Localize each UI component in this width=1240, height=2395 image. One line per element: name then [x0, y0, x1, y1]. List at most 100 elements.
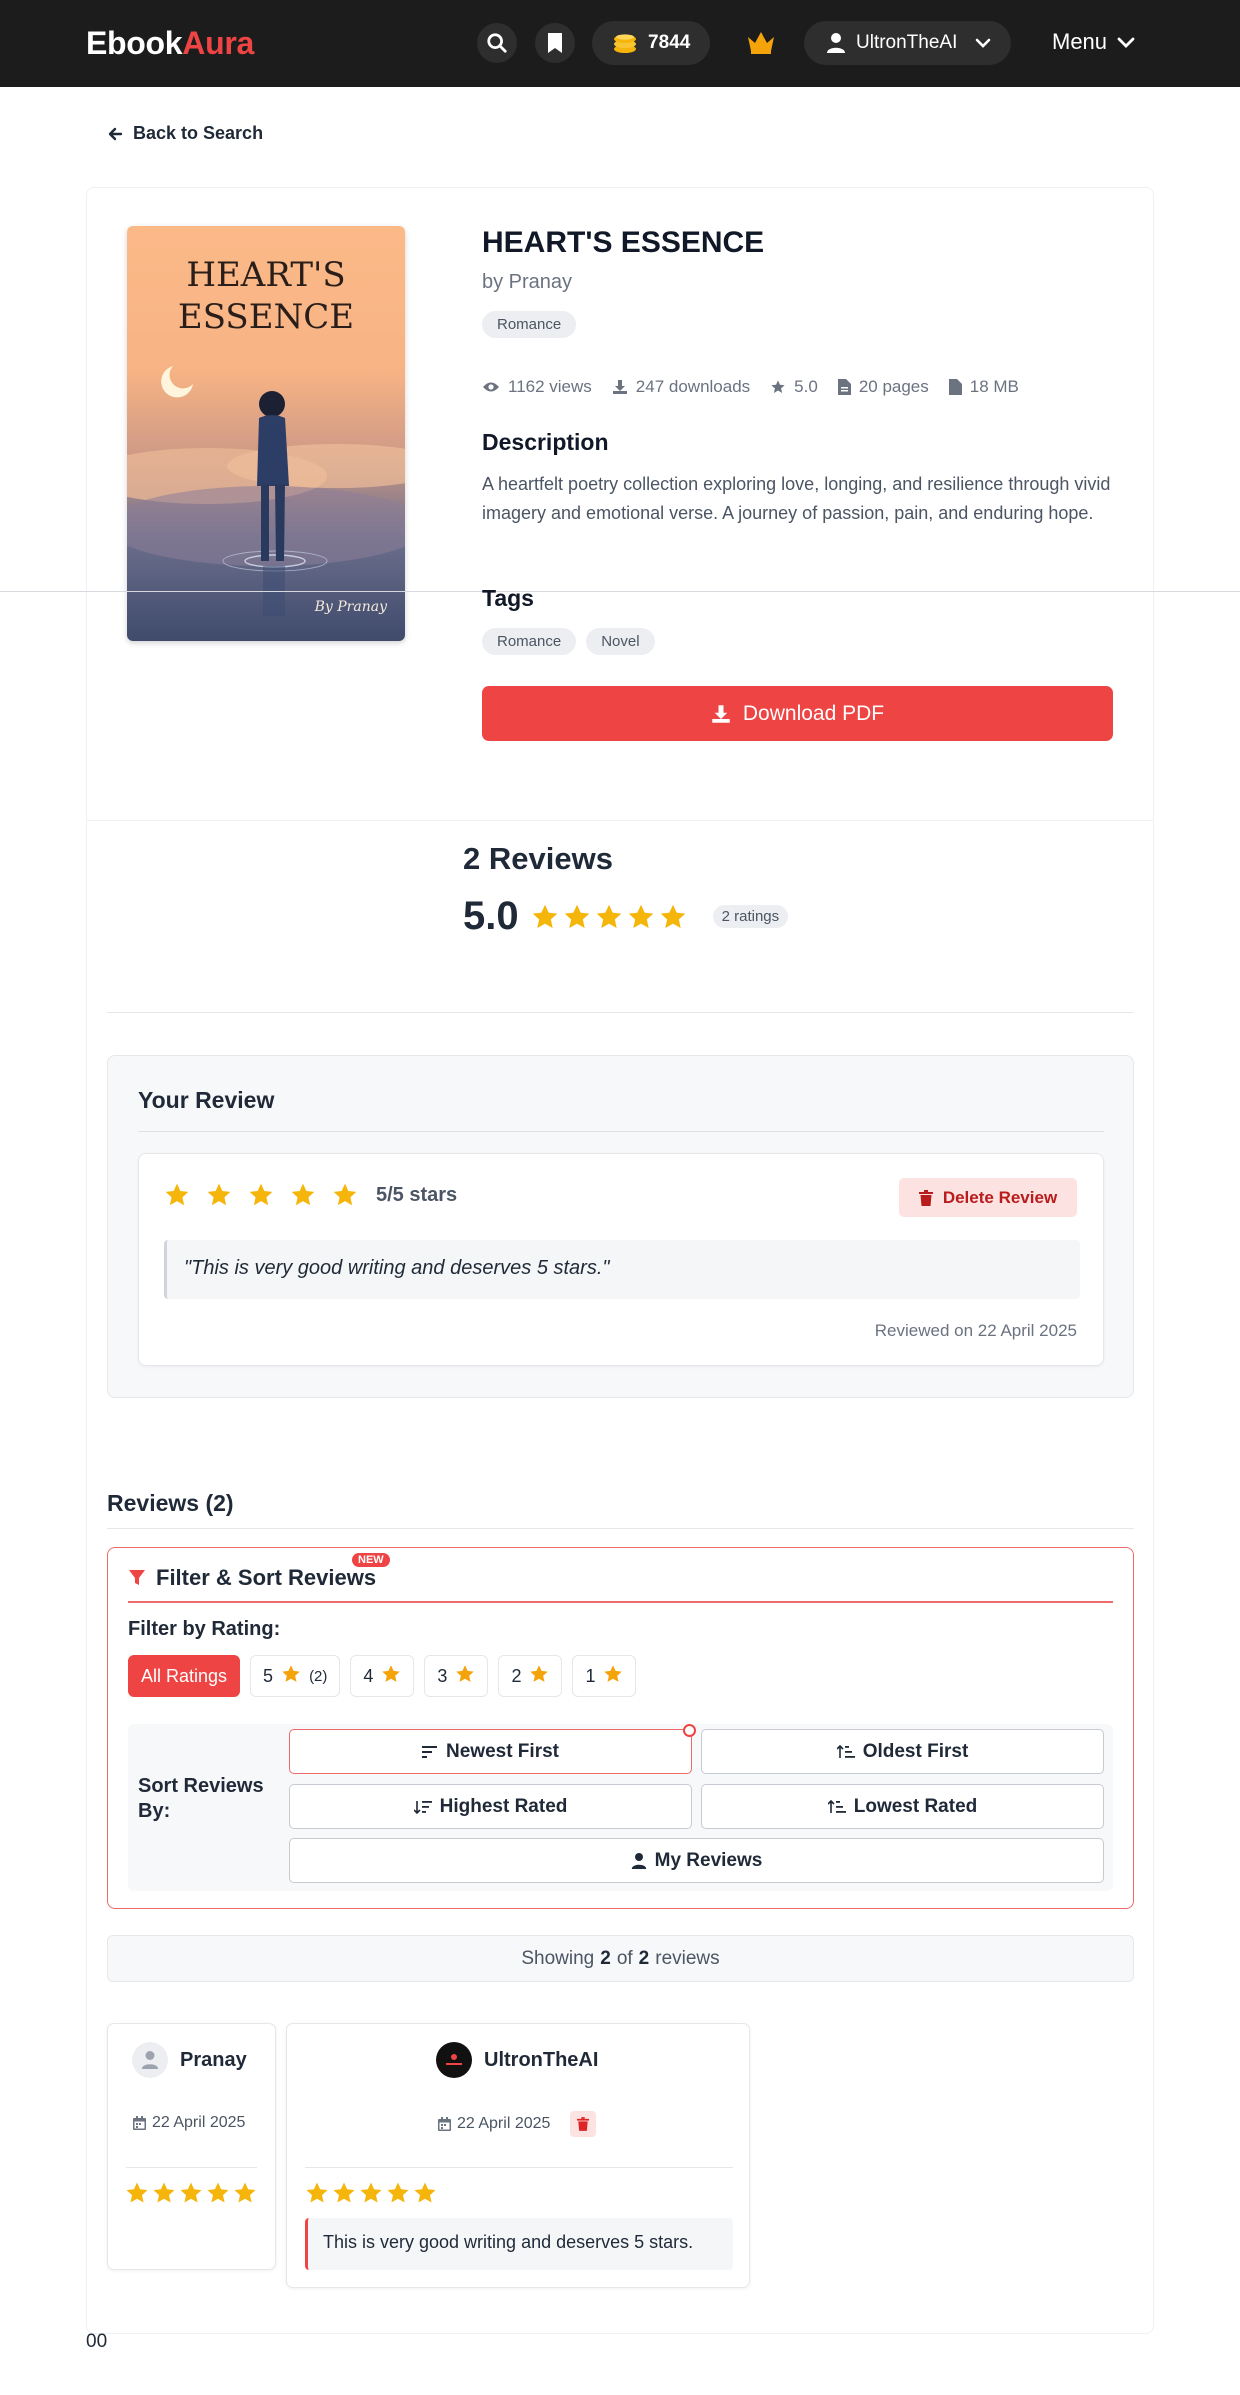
star-icon: [249, 1183, 273, 1206]
showing-suffix: reviews: [655, 1947, 720, 1969]
review-card: Pranay 22 April 2025: [107, 2023, 276, 2270]
downloads-stat: 247 downloads: [612, 377, 750, 397]
filter-button-label: 2: [511, 1665, 522, 1686]
filter-by-rating-label: Filter by Rating:: [128, 1618, 281, 1640]
review-stars: [305, 2181, 437, 2205]
sort-lowest-button[interactable]: Lowest Rated: [701, 1784, 1104, 1829]
star-icon: [333, 1183, 357, 1206]
arrow-left-icon: [108, 127, 123, 140]
star-icon: [603, 1664, 623, 1689]
sort-newest-label: Newest First: [446, 1740, 559, 1762]
download-pdf-button[interactable]: Download PDF: [482, 686, 1113, 741]
delete-review-button[interactable]: Delete Review: [899, 1178, 1077, 1217]
top-navbar: EbookAura 7844 UltronTheAI Menu: [0, 0, 1240, 87]
book-cover: HEART'S ESSENCE By Pranay: [127, 226, 405, 641]
star-icon: [455, 1664, 475, 1689]
coins-balance[interactable]: 7844: [592, 21, 710, 65]
avatar: [132, 2042, 168, 2078]
my-reviews-button[interactable]: My Reviews: [289, 1838, 1104, 1883]
user-icon: [631, 1852, 646, 1869]
reviews-heading: Reviews (2): [107, 1490, 234, 1516]
genre-badge: Romance: [482, 311, 577, 338]
star-icon: [207, 1183, 231, 1206]
star-icon: [165, 1183, 189, 1206]
star-icon: [153, 2182, 175, 2203]
average-rating-value: 5.0: [463, 894, 519, 938]
showing-shown: 2: [600, 1947, 611, 1969]
star-icon: [207, 2182, 229, 2203]
views-stat: 1162 views: [482, 377, 592, 397]
tag-chip[interactable]: Romance: [482, 628, 577, 655]
filter-sort-title: Filter & Sort Reviews: [128, 1565, 376, 1591]
search-icon: [487, 33, 507, 53]
sort-reviews-label: Sort Reviews By:: [138, 1775, 264, 1822]
calendar-icon: [438, 2117, 451, 2131]
filter-sort-panel: Filter & Sort Reviews NEW Filter by Rati…: [107, 1547, 1134, 1909]
description-text: A heartfelt poetry collection exploring …: [482, 474, 1111, 523]
back-to-search-link[interactable]: Back to Search: [107, 123, 263, 144]
your-review-stars-label: 5/5 stars: [376, 1183, 458, 1206]
premium-button[interactable]: [746, 29, 776, 60]
logo-accent: Aura: [182, 25, 255, 61]
sort-oldest-label: Oldest First: [862, 1740, 969, 1762]
user-icon: [827, 33, 845, 53]
filter-3-stars-button[interactable]: 3: [424, 1655, 489, 1697]
trash-icon: [918, 1189, 933, 1206]
filter-5-stars-button[interactable]: 5 (2): [250, 1655, 341, 1697]
filter-button-label: All Ratings: [141, 1665, 228, 1686]
menu-button[interactable]: Menu: [1052, 29, 1135, 55]
filter-1-star-button[interactable]: 1: [572, 1655, 637, 1697]
your-review-text: "This is very good writing and deserves …: [164, 1240, 1080, 1299]
coins-count: 7844: [648, 32, 691, 53]
avatar-logo: [441, 2047, 467, 2073]
section-divider: [107, 1012, 1134, 1013]
coins-icon: [614, 34, 636, 53]
showing-count-bar: Showing 2 of 2 reviews: [107, 1935, 1134, 1982]
downloads-count: 247 downloads: [635, 377, 751, 396]
user-menu-button[interactable]: UltronTheAI: [804, 21, 1011, 65]
filter-button-label: 3: [437, 1665, 448, 1686]
search-button[interactable]: [477, 23, 517, 63]
filter-2-stars-button[interactable]: 2: [498, 1655, 563, 1697]
views-count: 1162 views: [508, 377, 592, 396]
tag-chip[interactable]: Novel: [586, 628, 655, 655]
filter-count: (2): [309, 1667, 328, 1685]
logo[interactable]: EbookAura: [86, 25, 254, 62]
your-review-card: 5/5 stars Delete Review "This is very go…: [138, 1153, 1104, 1366]
horizontal-rule: [0, 591, 1240, 592]
star-icon: [234, 2182, 256, 2203]
your-review-stars: 5/5 stars: [164, 1182, 457, 1208]
star-icon: [333, 2182, 355, 2203]
sort-reviews-area: Sort Reviews By: Newest First Oldest Fir…: [128, 1724, 1113, 1891]
filter-4-stars-button[interactable]: 4: [350, 1655, 415, 1697]
filter-all-ratings-button[interactable]: All Ratings: [128, 1655, 241, 1697]
rating-value: 5.0: [794, 377, 818, 396]
sort-highest-button[interactable]: Highest Rated: [289, 1784, 692, 1829]
new-badge: NEW: [352, 1553, 390, 1567]
pages-stat: 20 pages: [837, 377, 929, 397]
username: UltronTheAI: [856, 32, 958, 53]
user-icon: [141, 2051, 159, 2069]
rating-stat: 5.0: [770, 377, 818, 397]
star-icon: [530, 1664, 549, 1682]
your-review-date: Reviewed on 22 April 2025: [874, 1321, 1077, 1340]
review-divider: [305, 2167, 733, 2168]
delete-review-icon-button[interactable]: [570, 2111, 597, 2137]
avatar: [436, 2042, 472, 2078]
showing-total: 2: [638, 1947, 650, 1969]
sort-lines-icon: [422, 1745, 437, 1758]
star-icon: [628, 904, 653, 928]
filter-button-label: 5: [263, 1665, 274, 1686]
sort-descending-icon: [413, 1800, 432, 1814]
star-icon: [281, 1664, 301, 1689]
sort-newest-button[interactable]: Newest First: [289, 1724, 696, 1774]
review-user: Pranay: [132, 2042, 247, 2078]
star-icon: [306, 2182, 328, 2203]
bookmarks-button[interactable]: [535, 23, 575, 63]
filter-button-label: 4: [363, 1665, 374, 1686]
back-label: Back to Search: [133, 123, 264, 143]
star-icon: [381, 1664, 401, 1689]
sort-oldest-button[interactable]: Oldest First: [701, 1729, 1104, 1774]
showing-prefix: Showing: [521, 1947, 595, 1969]
focus-indicator: [683, 1724, 696, 1737]
